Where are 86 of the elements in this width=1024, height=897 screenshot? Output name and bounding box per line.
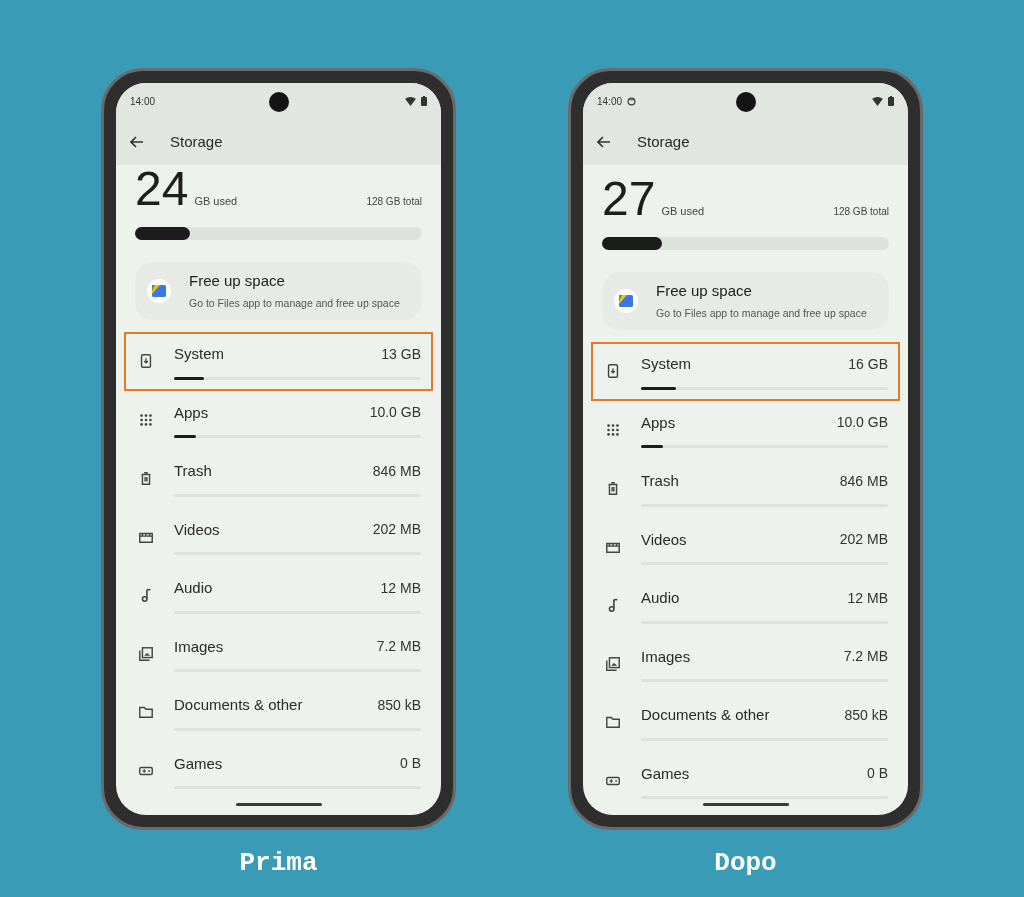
- category-label: Images: [641, 646, 691, 667]
- status-time: 14:00: [597, 94, 623, 109]
- battery-icon: [888, 96, 894, 106]
- home-indicator[interactable]: [702, 803, 789, 806]
- storage-category-row[interactable]: Games 0 B: [124, 741, 433, 800]
- category-label: Trash: [174, 461, 212, 481]
- category-size: 12 MB: [380, 578, 421, 598]
- category-label: Images: [174, 636, 224, 657]
- category-size: 12 MB: [847, 588, 888, 608]
- wifi-icon: [405, 96, 416, 106]
- app-bar-title: Storage: [637, 131, 690, 152]
- storage-category-row[interactable]: Apps 10.0 GB: [124, 390, 433, 449]
- category-size: 16 GB: [848, 354, 888, 374]
- files-app-icon: [147, 279, 171, 303]
- folder-icon: [138, 704, 154, 721]
- category-label: Videos: [174, 519, 220, 540]
- storage-category-row[interactable]: System 16 GB: [591, 342, 900, 401]
- card-subtitle: Go to Files app to manage and free up space: [189, 295, 400, 311]
- used-label: GB used: [194, 194, 238, 209]
- card-title: Free up space: [656, 281, 753, 302]
- phone-download-icon: [605, 363, 621, 380]
- used-number: 24: [135, 165, 189, 213]
- category-size: 13 GB: [381, 344, 421, 364]
- category-size: 846 MB: [839, 471, 888, 491]
- category-label: Audio: [174, 578, 213, 598]
- used-number: 27: [602, 175, 656, 223]
- category-label: Apps: [641, 412, 676, 433]
- card-subtitle: Go to Files app to manage and free up space: [656, 305, 867, 321]
- category-label: Documents & other: [641, 705, 770, 725]
- category-label: Games: [641, 763, 690, 784]
- category-label: Trash: [641, 471, 679, 491]
- category-size: 7.2 MB: [843, 647, 888, 667]
- used-label: GB used: [661, 204, 705, 219]
- storage-category-row[interactable]: System 13 GB: [124, 332, 433, 391]
- status-time: 14:00: [130, 94, 156, 109]
- camera-hole: [268, 92, 289, 112]
- category-size: 850 kB: [377, 695, 421, 715]
- card-title: Free up space: [189, 271, 286, 292]
- category-size: 0 B: [400, 754, 421, 774]
- category-size: 202 MB: [839, 530, 888, 550]
- category-size: 202 MB: [372, 520, 421, 540]
- storage-category-row[interactable]: Trash 846 MB: [591, 459, 900, 518]
- phone-caption: Dopo: [714, 847, 777, 880]
- category-label: Documents & other: [174, 695, 303, 715]
- storage-category-row[interactable]: Games 0 B: [591, 751, 900, 810]
- storage-category-row[interactable]: Trash 846 MB: [124, 449, 433, 508]
- camera-hole: [735, 92, 756, 112]
- phone-caption: Prima: [239, 847, 318, 880]
- folder-icon: [605, 714, 621, 731]
- category-size: 0 B: [867, 764, 888, 784]
- category-size: 850 kB: [844, 705, 888, 725]
- category-size: 7.2 MB: [376, 637, 421, 657]
- free-up-space-card[interactable]: Free up space Go to Files app to manage and free up space: [602, 272, 889, 330]
- category-label: Games: [174, 753, 223, 774]
- storage-category-row[interactable]: Apps 10.0 GB: [591, 400, 900, 459]
- battery-icon: [421, 96, 427, 106]
- files-app-icon: [614, 289, 638, 313]
- grid-icon: [138, 411, 154, 428]
- storage-category-row[interactable]: Images 7.2 MB: [124, 624, 433, 683]
- storage-category-row[interactable]: Documents & other 850 kB: [124, 683, 433, 742]
- app-bar-title: Storage: [170, 131, 223, 152]
- category-label: Audio: [641, 588, 680, 608]
- category-label: Apps: [174, 402, 209, 423]
- back-arrow-icon[interactable]: [130, 136, 144, 148]
- storage-category-row[interactable]: Documents & other 850 kB: [591, 693, 900, 752]
- free-up-space-card[interactable]: Free up space Go to Files app to manage and free up space: [135, 262, 422, 320]
- storage-category-row[interactable]: Audio 12 MB: [124, 566, 433, 625]
- storage-category-row[interactable]: Videos 202 MB: [124, 507, 433, 566]
- total-label: 128 GB total: [366, 195, 422, 209]
- storage-category-row[interactable]: Audio 12 MB: [591, 576, 900, 635]
- category-size: 10.0 GB: [836, 413, 888, 433]
- back-arrow-icon[interactable]: [597, 136, 611, 148]
- home-indicator[interactable]: [235, 803, 322, 806]
- photos-icon: [605, 655, 621, 672]
- total-label: 128 GB total: [833, 205, 889, 219]
- photos-icon: [138, 645, 154, 662]
- storage-category-row[interactable]: Videos 202 MB: [591, 517, 900, 576]
- category-label: System: [174, 344, 224, 364]
- category-label: Videos: [641, 529, 687, 550]
- category-size: 10.0 GB: [369, 403, 421, 423]
- storage-category-row[interactable]: Images 7.2 MB: [591, 634, 900, 693]
- wifi-icon: [872, 96, 883, 106]
- category-label: System: [641, 354, 691, 374]
- grid-icon: [605, 421, 621, 438]
- phone-download-icon: [138, 353, 154, 370]
- category-size: 846 MB: [372, 461, 421, 481]
